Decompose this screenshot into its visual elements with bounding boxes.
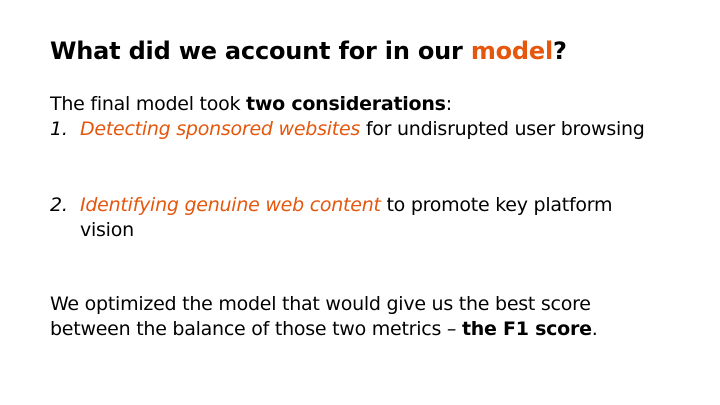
closing-bold: the F1 score <box>461 318 592 340</box>
intro-text: The final model took <box>50 93 247 115</box>
list-item-highlight: Detecting sponsored websites <box>80 118 361 140</box>
list-item: 2. Identifying genuine web content to pr… <box>50 193 670 243</box>
list-item-highlight: Identifying genuine web content <box>80 194 381 216</box>
slide-title: What did we account for in our model? <box>50 37 567 65</box>
list-number: 1. <box>50 118 68 140</box>
closing-end: . <box>591 318 598 340</box>
list-item-content: Detecting sponsored websites for undisru… <box>80 117 670 142</box>
list-number: 2. <box>50 194 68 216</box>
intro-line: The final model took two considerations: <box>50 92 690 117</box>
title-text: What did we account for in our <box>50 37 471 65</box>
intro-end: : <box>445 93 452 115</box>
closing-paragraph: We optimized the model that would give u… <box>50 292 650 342</box>
list-item-content: Identifying genuine web content to promo… <box>80 193 670 243</box>
list-item: 1. Detecting sponsored websites for undi… <box>50 117 670 142</box>
title-accent-word: model <box>470 37 554 65</box>
list-item-text: for undisrupted user browsing <box>360 118 645 140</box>
intro-bold: two considerations <box>246 93 446 115</box>
title-question-mark: ? <box>553 37 567 65</box>
slide: What did we account for in our model? Th… <box>0 0 720 405</box>
